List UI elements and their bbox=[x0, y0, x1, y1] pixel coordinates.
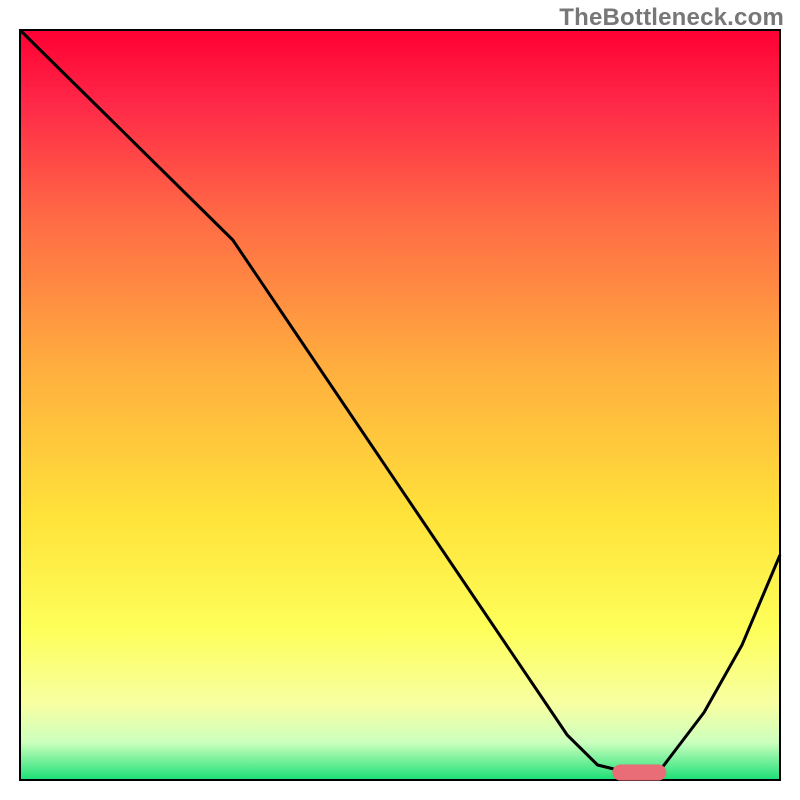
bottleneck-plot bbox=[0, 0, 800, 800]
chart-stage: TheBottleneck.com bbox=[0, 0, 800, 800]
watermark-text: TheBottleneck.com bbox=[559, 4, 784, 32]
